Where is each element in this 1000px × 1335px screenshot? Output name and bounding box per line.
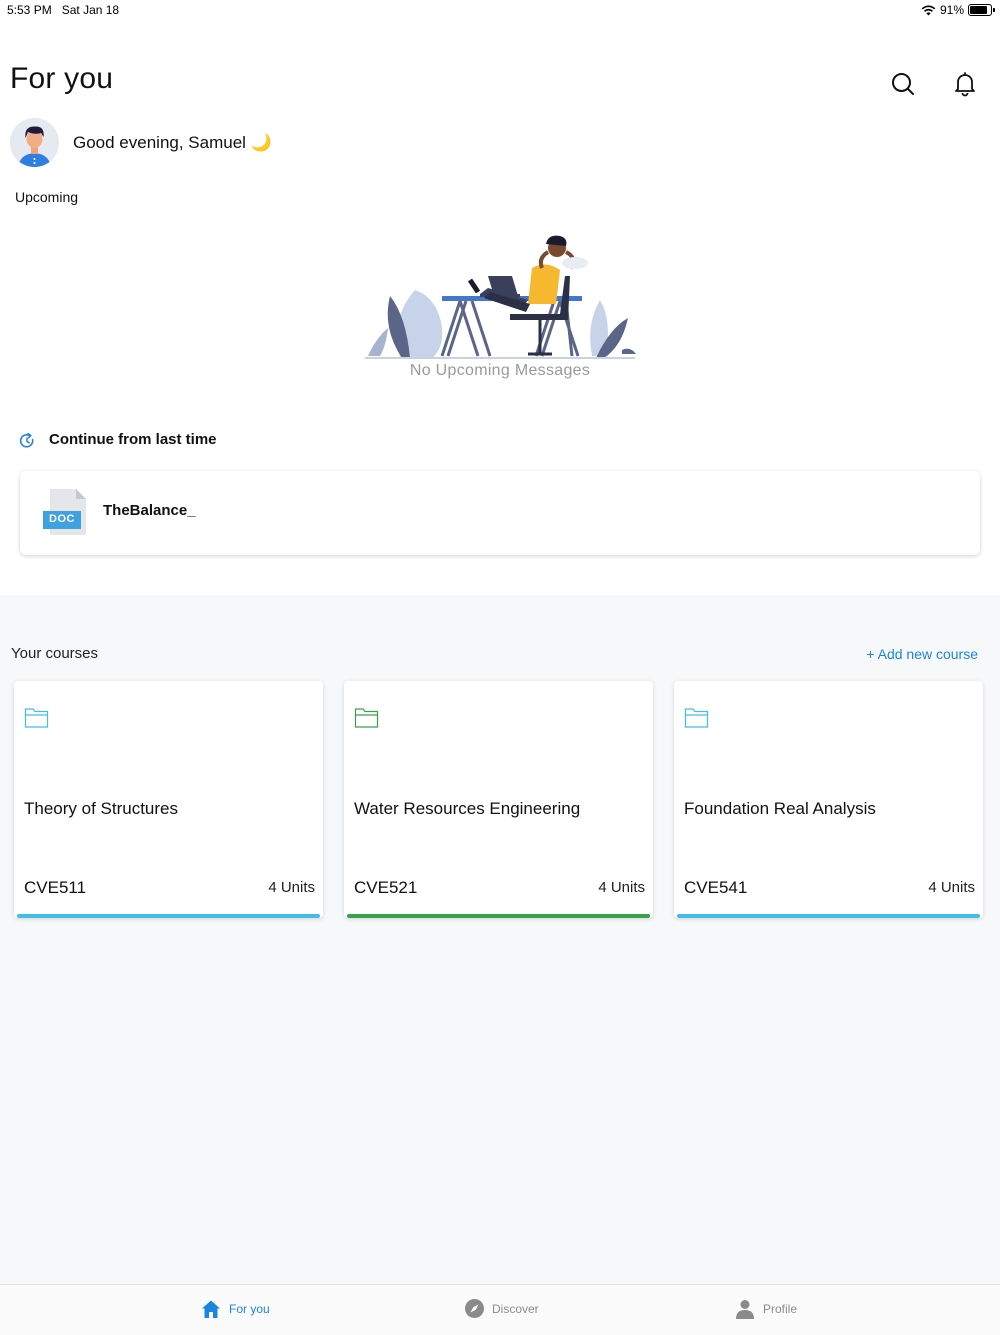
upcoming-label: Upcoming [15, 189, 79, 205]
bell-icon[interactable] [951, 69, 979, 97]
person-icon [736, 1300, 754, 1319]
course-color-bar [17, 914, 320, 918]
page-title: For you [10, 62, 114, 95]
status-bar: 5:53 PM Sat Jan 18 91% [0, 0, 1000, 22]
empty-state-message: No Upcoming Messages [409, 362, 591, 379]
status-date: Sat Jan 18 [61, 3, 120, 17]
course-units: 4 Units [268, 879, 315, 896]
course-name: Foundation Real Analysis [684, 799, 876, 818]
moon-emoji: 🌙 [250, 133, 272, 152]
empty-state-illustration [360, 228, 640, 363]
history-icon [19, 433, 35, 449]
course-units: 4 Units [928, 879, 975, 896]
courses-label: Your courses [11, 645, 98, 662]
course-card[interactable]: Foundation Real Analysis CVE541 4 Units [674, 681, 983, 918]
course-name: Theory of Structures [24, 799, 179, 818]
status-time-date: 5:53 PM Sat Jan 18 [7, 3, 119, 17]
greeting: Good evening, Samuel 🌙 [73, 133, 272, 153]
doc-badge: DOC [49, 513, 75, 525]
course-color-bar [677, 914, 980, 918]
folder-icon [684, 708, 709, 728]
nav-for-you[interactable]: For you [201, 1299, 270, 1319]
nav-profile-label: Profile [763, 1302, 798, 1316]
add-course-link[interactable]: + Add new course [866, 646, 978, 662]
battery-icon [968, 4, 995, 16]
status-time: 5:53 PM [7, 3, 52, 17]
courses-section: Your courses + Add new course Theory of … [0, 595, 1000, 1285]
folder-icon [354, 708, 379, 728]
doc-name: TheBalance_ [103, 502, 196, 519]
avatar[interactable] [10, 118, 59, 167]
search-icon[interactable] [889, 70, 917, 98]
course-units: 4 Units [598, 879, 645, 896]
nav-discover[interactable]: Discover [465, 1299, 539, 1318]
course-code: CVE511 [24, 878, 87, 897]
compass-icon [465, 1299, 484, 1318]
wifi-icon [921, 5, 936, 15]
continue-title: Continue from last time [49, 431, 217, 448]
bottom-nav: For you Discover Profile [0, 1284, 1000, 1335]
doc-file-icon: DOC [42, 487, 88, 537]
folder-icon [24, 708, 49, 728]
course-code: CVE541 [684, 878, 748, 897]
course-color-bar [347, 914, 650, 918]
course-name: Water Resources Engineering [354, 799, 581, 818]
battery-percent: 91% [939, 3, 964, 17]
nav-profile[interactable]: Profile [735, 1299, 797, 1319]
course-card[interactable]: Theory of Structures CVE511 4 Units [14, 681, 323, 918]
recent-document-card[interactable]: DOC TheBalance_ [20, 471, 980, 555]
greeting-text: Good evening, Samuel [73, 133, 246, 152]
status-indicators: 91% [921, 3, 995, 17]
nav-for-you-label: For you [229, 1302, 270, 1316]
course-code: CVE521 [354, 878, 418, 897]
home-icon [202, 1300, 220, 1318]
course-card[interactable]: Water Resources Engineering CVE521 4 Uni… [344, 681, 653, 918]
nav-discover-label: Discover [492, 1301, 539, 1316]
